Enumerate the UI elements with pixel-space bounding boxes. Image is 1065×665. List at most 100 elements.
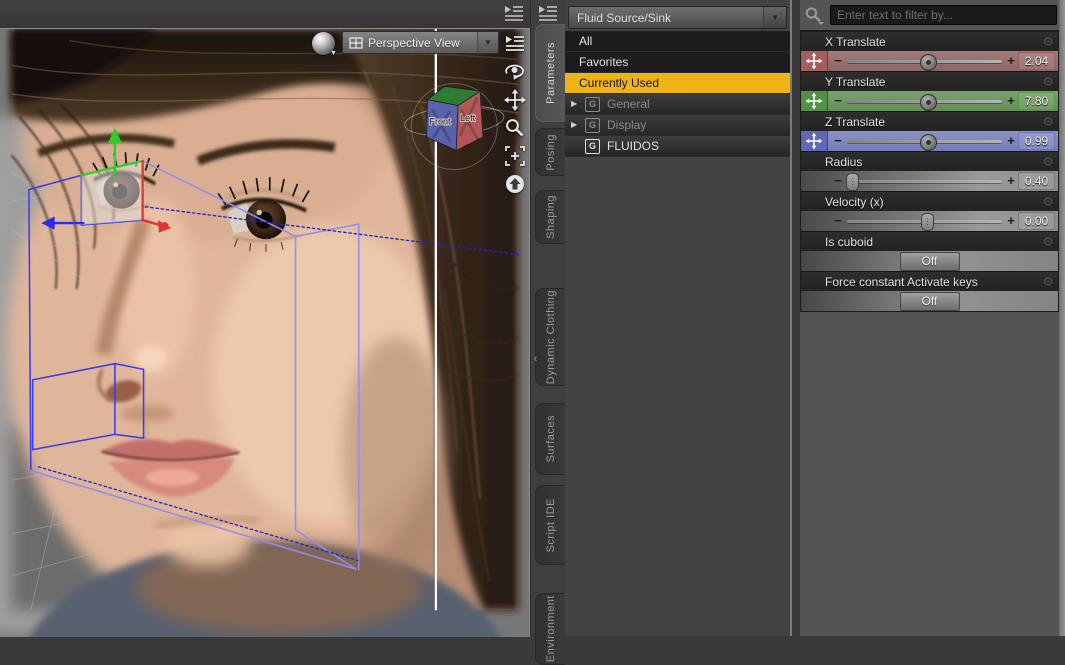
slider-velocity-x: − + 0.00	[801, 211, 1058, 231]
group-list: All Favorites Currently Used ▶ G General…	[565, 31, 790, 157]
slider-y-translate: − + 7.80	[801, 91, 1058, 111]
viewport-3d[interactable]: Front Left ▼ Perspective View ▼	[0, 28, 530, 637]
slider-x-translate: − + 2.04	[801, 51, 1058, 71]
tab-shaping[interactable]: Shaping	[535, 190, 565, 244]
view-cube-left-label: Left	[460, 113, 476, 123]
toggle-off-button[interactable]: Off	[899, 251, 960, 271]
list-item-fluidos[interactable]: ▶ G FLUIDOS	[565, 136, 790, 157]
param-label: Radius	[825, 154, 863, 169]
slider-decrement[interactable]: −	[831, 171, 845, 191]
param-z-translate: Z Translate ⚙ − + 0.99	[800, 111, 1059, 151]
slider-thumb[interactable]	[846, 173, 860, 191]
frame-focus-icon[interactable]	[503, 144, 527, 168]
pane-group-menu-icon[interactable]	[536, 3, 560, 25]
slider-value[interactable]: 7.80	[1018, 92, 1055, 110]
drawstyle-caret-icon[interactable]: ▼	[330, 50, 337, 57]
node-selector-value: Fluid Source/Sink	[577, 10, 672, 25]
tab-posing[interactable]: Posing	[535, 128, 565, 176]
list-item-currently-used[interactable]: Currently Used	[565, 73, 790, 94]
tab-script-ide[interactable]: Script IDE	[535, 485, 565, 565]
parameter-group-panel: Fluid Source/Sink ▼ All Favorites Curren…	[565, 0, 790, 636]
tab-surfaces[interactable]: Surfaces	[535, 403, 565, 475]
param-label: Force constant Activate keys	[825, 274, 978, 289]
pan-icon[interactable]	[503, 88, 527, 112]
orbit-rotate-icon[interactable]	[503, 60, 527, 84]
zoom-magnifier-icon[interactable]	[503, 116, 527, 140]
slider-value[interactable]: 0.99	[1018, 132, 1055, 150]
tab-parameters[interactable]: Parameters	[535, 24, 565, 122]
gear-icon[interactable]: ⚙	[1042, 32, 1054, 51]
parameters-panel: X Translate ⚙ − + 2.04	[800, 0, 1059, 636]
toggle-off-button[interactable]: Off	[899, 291, 960, 311]
param-label: X Translate	[825, 34, 886, 49]
filter-bar	[800, 0, 1059, 30]
search-icon[interactable]	[803, 5, 825, 25]
slider-decrement[interactable]: −	[831, 131, 845, 151]
slider-track[interactable]	[847, 91, 1002, 111]
param-label: Y Translate	[825, 74, 886, 89]
move-icon	[801, 131, 828, 151]
toggle-force-constant: Off	[801, 291, 1058, 311]
dropdown-caret-icon: ▼	[477, 32, 498, 53]
gear-icon[interactable]: ⚙	[1042, 192, 1054, 211]
slider-radius: − + 0.40	[801, 171, 1058, 191]
gear-icon[interactable]: ⚙	[1042, 232, 1054, 251]
slider-value[interactable]: 0.00	[1018, 212, 1055, 230]
slider-track[interactable]	[846, 171, 1002, 191]
slider-value[interactable]: 0.40	[1018, 172, 1055, 190]
right-scrollbar-strip[interactable]	[1059, 0, 1065, 636]
gear-icon[interactable]: ⚙	[1042, 112, 1054, 131]
slider-value[interactable]: 2.04	[1018, 52, 1055, 70]
slider-increment[interactable]: +	[1004, 131, 1018, 151]
list-item-favorites[interactable]: Favorites	[565, 52, 790, 73]
param-y-translate: Y Translate ⚙ − + 7.80	[800, 71, 1059, 111]
slider-thumb[interactable]	[920, 213, 934, 231]
tab-dynamic-clothing[interactable]: Dynamic Clothing	[535, 288, 565, 386]
tab-environment[interactable]: Environment	[535, 593, 565, 665]
pane-tab-strip: Parameters Posing Shaping Dynamic Clothi…	[530, 0, 565, 665]
slider-decrement[interactable]: −	[831, 91, 845, 111]
node-selector-dropdown[interactable]: Fluid Source/Sink ▼	[568, 6, 787, 29]
gear-icon[interactable]: ⚙	[1042, 272, 1054, 291]
slider-thumb[interactable]	[920, 53, 938, 71]
slider-track[interactable]	[847, 131, 1002, 151]
viewport-pane: Front Left ▼ Perspective View ▼	[0, 0, 530, 637]
pane-menu-icon[interactable]	[502, 3, 526, 25]
gear-icon[interactable]: ⚙	[1042, 72, 1054, 91]
dropdown-caret-icon: ▼	[763, 7, 786, 28]
list-item-general[interactable]: ▶ G General	[565, 94, 790, 115]
viewport-grid-icon	[349, 36, 363, 49]
group-icon: G	[585, 117, 600, 133]
slider-increment[interactable]: +	[1004, 51, 1018, 71]
param-label: Velocity (x)	[825, 194, 884, 209]
view-selector-dropdown[interactable]: Perspective View ▼	[342, 31, 499, 54]
slider-increment[interactable]: +	[1004, 91, 1018, 111]
slider-thumb[interactable]	[920, 93, 938, 111]
home-reset-icon[interactable]	[503, 172, 527, 196]
toggle-is-cuboid: Off	[801, 251, 1058, 271]
daz-studio-window: Front Left ▼ Perspective View ▼ Paramete…	[0, 0, 1065, 665]
move-icon	[801, 51, 828, 71]
panel-collapse-arrow-icon[interactable]: ‹	[531, 348, 540, 370]
group-icon: G	[585, 96, 600, 112]
slider-decrement[interactable]: −	[831, 211, 845, 231]
view-cube-front-label: Front	[429, 117, 451, 127]
list-item-display[interactable]: ▶ G Display	[565, 115, 790, 136]
list-item-all[interactable]: All	[565, 31, 790, 52]
gear-icon[interactable]: ⚙	[1042, 152, 1054, 171]
slider-decrement[interactable]: −	[831, 51, 845, 71]
slider-thumb[interactable]	[920, 133, 938, 151]
viewport-pane-header	[0, 0, 530, 29]
parameter-blocks: X Translate ⚙ − + 2.04 Y Translate ⚙ − +…	[800, 30, 1059, 312]
slider-track[interactable]	[847, 211, 1002, 231]
slider-track[interactable]	[847, 51, 1002, 71]
slider-increment[interactable]: +	[1004, 211, 1018, 231]
param-radius: Radius ⚙ − + 0.40	[800, 151, 1059, 191]
expand-arrow-icon[interactable]: ▶	[571, 94, 583, 114]
expand-arrow-icon[interactable]: ▶	[571, 115, 583, 135]
viewport-menu-icon[interactable]	[503, 32, 527, 56]
move-icon	[801, 91, 828, 111]
filter-input[interactable]	[830, 5, 1057, 25]
viewport-tools	[503, 32, 527, 196]
slider-increment[interactable]: +	[1004, 171, 1018, 191]
